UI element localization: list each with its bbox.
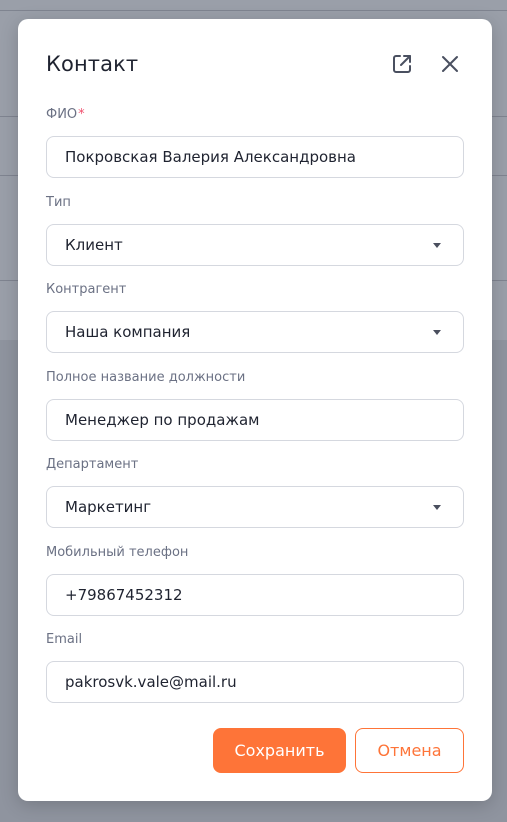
type-field: Тип Клиент — [46, 194, 464, 266]
external-link-icon[interactable] — [388, 50, 416, 78]
fio-label-text: ФИО — [46, 107, 78, 122]
email-value: pakrosvk.vale@mail.ru — [65, 673, 237, 691]
department-label: Департамент — [46, 457, 139, 472]
position-label: Полное название должности — [46, 370, 246, 385]
department-field: Департамент Маркетинг — [46, 456, 464, 528]
required-mark: * — [78, 107, 85, 122]
department-select[interactable]: Маркетинг — [46, 486, 464, 528]
counterparty-label: Контрагент — [46, 282, 127, 297]
background-divider — [0, 10, 507, 11]
header-actions — [388, 50, 464, 78]
type-label: Тип — [46, 195, 71, 210]
modal-footer: Сохранить Отмена — [213, 728, 464, 773]
mobile-value: +79867452312 — [65, 586, 183, 604]
modal-header: Контакт — [46, 47, 464, 81]
fio-field: ФИО* Покровская Валерия Александровна — [46, 106, 464, 178]
type-select[interactable]: Клиент — [46, 224, 464, 266]
fio-label: ФИО* — [46, 106, 464, 124]
chevron-down-icon — [433, 242, 441, 248]
position-field: Полное название должности Менеджер по пр… — [46, 369, 464, 441]
modal-title: Контакт — [46, 52, 139, 76]
close-icon[interactable] — [436, 50, 464, 78]
position-input[interactable]: Менеджер по продажам — [46, 399, 464, 441]
fio-value: Покровская Валерия Александровна — [65, 148, 356, 166]
department-value: Маркетинг — [65, 498, 152, 516]
mobile-label: Мобильный телефон — [46, 545, 189, 560]
email-field: Email pakrosvk.vale@mail.ru — [46, 631, 464, 703]
counterparty-select[interactable]: Наша компания — [46, 311, 464, 353]
counterparty-value: Наша компания — [65, 323, 191, 341]
save-button[interactable]: Сохранить — [213, 728, 346, 773]
fio-input[interactable]: Покровская Валерия Александровна — [46, 136, 464, 178]
email-input[interactable]: pakrosvk.vale@mail.ru — [46, 661, 464, 703]
chevron-down-icon — [433, 329, 441, 335]
type-value: Клиент — [65, 236, 123, 254]
counterparty-field: Контрагент Наша компания — [46, 281, 464, 353]
email-label: Email — [46, 632, 83, 647]
chevron-down-icon — [433, 504, 441, 510]
position-value: Менеджер по продажам — [65, 411, 260, 429]
contact-modal: Контакт ФИО* Покровская Валерия Александ… — [18, 19, 492, 801]
mobile-input[interactable]: +79867452312 — [46, 574, 464, 616]
mobile-field: Мобильный телефон +79867452312 — [46, 544, 464, 616]
cancel-button[interactable]: Отмена — [355, 728, 464, 773]
